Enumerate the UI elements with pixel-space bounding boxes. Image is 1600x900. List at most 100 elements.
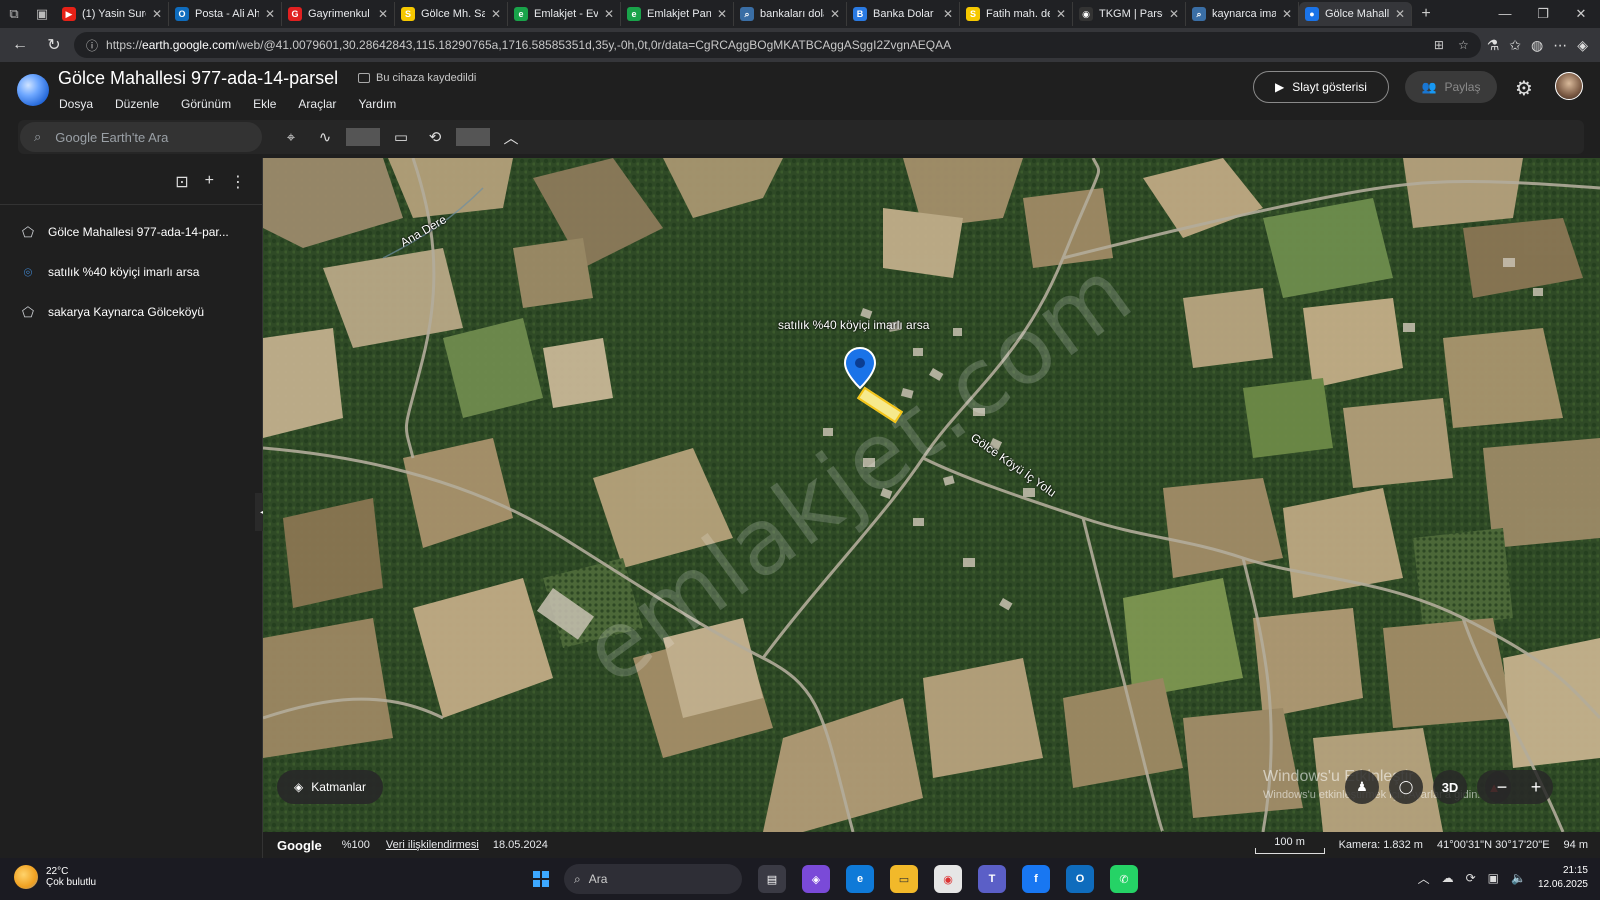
browser-tab[interactable]: G Gayrimenkul ✕ <box>282 2 395 26</box>
menu-insert[interactable]: Ekle <box>253 97 276 111</box>
menu-help[interactable]: Yardım <box>358 97 396 111</box>
satellite-map[interactable]: emlakjet.com Ana Dere Gölce Köyü İç Yolu… <box>263 158 1600 832</box>
bookmark-star-icon[interactable]: ☆ <box>1458 38 1469 52</box>
favorites-icon[interactable]: ✩ <box>1509 37 1521 54</box>
search-input[interactable]: ⌕ Google Earth'te Ara <box>20 122 262 152</box>
menu-file[interactable]: Dosya <box>59 97 93 111</box>
chrome-icon[interactable]: ◉ <box>934 865 962 893</box>
add-item-icon[interactable]: + <box>205 172 214 192</box>
taskbar-search[interactable]: ⌕ Ara <box>564 864 742 894</box>
browser-tab[interactable]: e Emlakjet - Ev ✕ <box>508 2 621 26</box>
close-tab-icon[interactable]: ✕ <box>152 7 162 21</box>
menu-edit[interactable]: Düzenle <box>115 97 159 111</box>
menu-view[interactable]: Görünüm <box>181 97 231 111</box>
onedrive-icon[interactable]: ☁ <box>1442 871 1454 885</box>
browser-tab[interactable]: ⌕ kaynarca imar ✕ <box>1186 2 1299 26</box>
facebook-icon[interactable]: f <box>1022 865 1050 893</box>
close-tab-icon[interactable]: ✕ <box>830 7 840 21</box>
close-tab-icon[interactable]: ✕ <box>378 7 388 21</box>
restore-icon[interactable]: ❐ <box>1524 6 1562 22</box>
edge-browser-icon[interactable]: e <box>846 865 874 893</box>
history-icon[interactable]: ⟲ <box>418 128 452 146</box>
app-install-icon[interactable]: ⊞ <box>1434 38 1444 52</box>
close-tab-icon[interactable]: ✕ <box>717 7 727 21</box>
project-item-village[interactable]: ⬠ sakarya Kaynarca Gölceköyü <box>18 302 204 322</box>
close-tab-icon[interactable]: ✕ <box>1056 7 1066 21</box>
placemark-label[interactable]: satılık %40 köyiçi imarlı arsa <box>778 318 929 332</box>
street-view-pegman-icon[interactable]: ♟ <box>1345 770 1379 804</box>
browser-tab[interactable]: O Posta - Ali Ah ✕ <box>169 2 282 26</box>
task-view-icon[interactable]: ▤ <box>758 865 786 893</box>
close-tab-icon[interactable]: ✕ <box>1169 7 1179 21</box>
close-window-icon[interactable]: ✕ <box>1562 6 1600 22</box>
add-placemark-icon[interactable]: ⌖ <box>274 129 308 146</box>
scale-bar[interactable]: 100 m <box>1254 836 1325 854</box>
browser-tab[interactable]: S Fatih mah. de ✕ <box>960 2 1073 26</box>
placemark-pin-icon[interactable] <box>843 346 877 390</box>
close-tab-icon[interactable]: ✕ <box>491 7 501 21</box>
more-icon[interactable]: ⋯ <box>1553 37 1567 54</box>
browser-tab[interactable]: ◉ TKGM | Parsel ✕ <box>1073 2 1186 26</box>
browser-tab[interactable]: e Emlakjet Pane ✕ <box>621 2 734 26</box>
share-button[interactable]: 👥 Paylaş <box>1405 71 1497 103</box>
close-tab-icon[interactable]: ✕ <box>943 7 953 21</box>
site-info-icon[interactable]: ⓘ <box>86 37 98 54</box>
menu-tools[interactable]: Araçlar <box>298 97 336 111</box>
url-field[interactable]: ⓘ https://earth.google.com/web/@41.00796… <box>74 32 1481 58</box>
copilot-icon[interactable]: ◈ <box>1577 37 1588 54</box>
profile-icon[interactable]: ◍ <box>1531 37 1543 54</box>
recenter-icon[interactable]: ◯ <box>1389 770 1423 804</box>
google-earth-logo[interactable] <box>17 74 49 106</box>
saved-status: Bu cihaza kaydedildi <box>358 72 476 84</box>
whatsapp-icon[interactable]: ✆ <box>1110 865 1138 893</box>
outlook-icon[interactable]: O <box>1066 865 1094 893</box>
extensions-icon[interactable]: ⚗ <box>1487 37 1500 54</box>
zoom-level[interactable]: %100 <box>342 839 370 851</box>
volume-icon[interactable]: 🔈 <box>1511 871 1526 885</box>
network-icon[interactable]: ▣ <box>1488 871 1499 885</box>
browser-tab[interactable]: B Banka Dolar ✕ <box>847 2 960 26</box>
project-item-placemark[interactable]: ⌾ satılık %40 köyiçi imarlı arsa <box>18 262 200 282</box>
browser-tab[interactable]: ● Gölce Mahalle ✕ <box>1299 2 1412 26</box>
reload-icon[interactable]: ↻ <box>40 31 68 59</box>
measure-ruler-icon[interactable]: ▭ <box>384 128 418 146</box>
toggle-3d-button[interactable]: 3D <box>1433 770 1467 804</box>
sync-icon[interactable]: ⟳ <box>1466 871 1476 885</box>
start-windows-icon[interactable] <box>526 864 556 894</box>
close-tab-icon[interactable]: ✕ <box>604 7 614 21</box>
sidebar-more-icon[interactable]: ⋮ <box>230 172 246 192</box>
browser-tab[interactable]: S Gölce Mh. Sat ✕ <box>395 2 508 26</box>
layers-button[interactable]: ◈ Katmanlar <box>277 770 383 804</box>
new-folder-icon[interactable]: ⊡ <box>175 172 188 192</box>
file-explorer-icon[interactable]: ▭ <box>890 865 918 893</box>
collapse-toolbar-icon[interactable]: ︿ <box>494 127 528 148</box>
settings-gear-icon[interactable]: ⚙ <box>1515 76 1533 101</box>
zoom-in-icon[interactable]: + <box>1531 777 1542 798</box>
browser-tab[interactable]: ▶ (1) Yasin Sure ✕ <box>56 2 169 26</box>
tab-favicon-icon: O <box>175 7 189 21</box>
teams-icon[interactable]: T <box>978 865 1006 893</box>
close-tab-icon[interactable]: ✕ <box>1395 7 1405 21</box>
tray-chevron-icon[interactable]: ︿ <box>1418 870 1430 887</box>
close-tab-icon[interactable]: ✕ <box>265 7 275 21</box>
back-icon[interactable]: ← <box>6 31 34 59</box>
close-tab-icon[interactable]: ✕ <box>1282 7 1292 21</box>
clock-time: 21:15 <box>1562 865 1588 876</box>
draw-path-icon[interactable]: ∿ <box>308 128 342 146</box>
system-clock[interactable]: 21:15 12.06.2025 <box>1538 864 1588 892</box>
copilot-app-icon[interactable]: ◈ <box>802 865 830 893</box>
project-item-parcel[interactable]: ⬠ Gölce Mahallesi 977-ada-14-par... <box>18 222 229 242</box>
new-tab-button[interactable]: + <box>1412 5 1440 23</box>
workspaces-icon[interactable]: ⧉ <box>0 0 28 28</box>
zoom-out-icon[interactable]: − <box>1497 777 1508 798</box>
slideshow-button[interactable]: ▶ Slayt gösterisi <box>1253 71 1389 103</box>
scale-label: 100 m <box>1274 836 1305 848</box>
minimize-icon[interactable]: — <box>1486 6 1524 22</box>
data-attribution-link[interactable]: Veri ilişkilendirmesi <box>386 839 479 851</box>
weather-widget[interactable]: 22°C Çok bulutlu <box>14 865 96 889</box>
account-avatar[interactable] <box>1555 72 1583 100</box>
project-title[interactable]: Gölce Mahallesi 977-ada-14-parsel <box>58 68 338 89</box>
menu-bar: Dosya Düzenle Görünüm Ekle Araçlar Yardı… <box>59 97 418 111</box>
tab-actions-icon[interactable]: ▣ <box>28 0 56 28</box>
browser-tab[interactable]: ⌕ bankaları dola ✕ <box>734 2 847 26</box>
